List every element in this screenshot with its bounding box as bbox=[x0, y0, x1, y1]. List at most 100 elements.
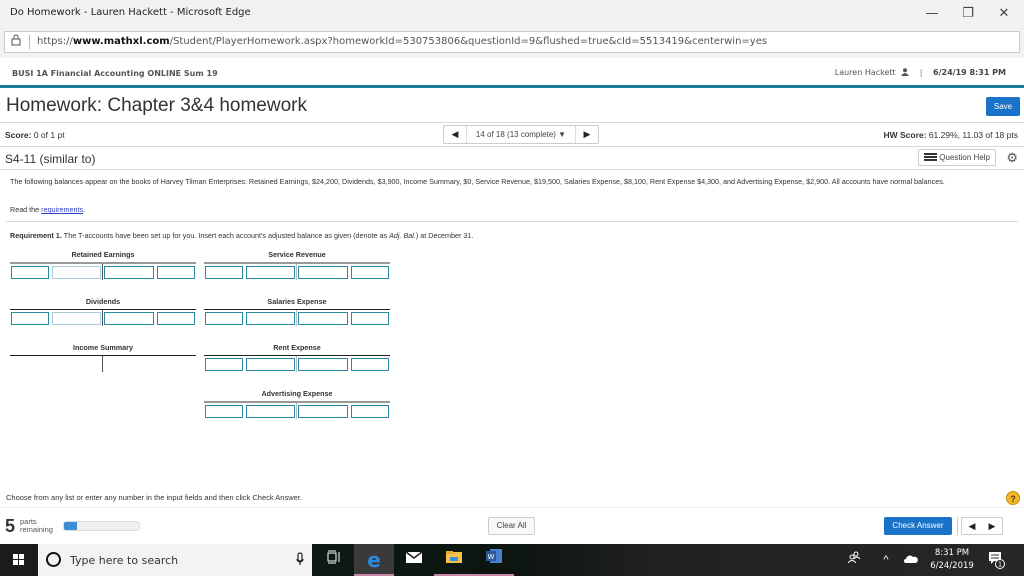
debit-amount-input[interactable] bbox=[52, 266, 101, 279]
window-title: Do Homework - Lauren Hackett - Microsoft… bbox=[10, 7, 251, 18]
requirements-link[interactable]: requirements bbox=[41, 205, 83, 214]
taccount-line bbox=[204, 355, 390, 356]
cortana-icon bbox=[46, 552, 61, 567]
show-hidden-icons-chevron[interactable]: ^ bbox=[878, 544, 894, 576]
header-datetime: 6/24/19 8:31 PM bbox=[933, 68, 1006, 77]
taccount-divider bbox=[102, 356, 103, 372]
mail-icon[interactable] bbox=[394, 544, 434, 576]
address-separator bbox=[29, 35, 30, 49]
close-button[interactable]: ✕ bbox=[984, 4, 1024, 24]
debit-amount-input[interactable] bbox=[52, 312, 101, 325]
window-titlebar: Do Homework - Lauren Hackett - Microsoft… bbox=[0, 0, 1024, 28]
taccount-divider bbox=[296, 310, 297, 326]
credit-label-input[interactable] bbox=[104, 266, 154, 279]
taccount-income-summary: Income Summary bbox=[10, 343, 196, 373]
taccount-divider bbox=[102, 310, 103, 326]
next-part-button[interactable]: ▶ bbox=[982, 518, 1002, 534]
page-title: Homework: Chapter 3&4 homework bbox=[6, 95, 307, 116]
user-icon bbox=[898, 68, 912, 77]
hw-score: HW Score: 61.29%, 11.03 of 18 pts bbox=[883, 130, 1018, 140]
credit-amount-input[interactable] bbox=[351, 405, 389, 418]
credit-amount-input[interactable] bbox=[351, 358, 389, 371]
taccount-divider bbox=[296, 403, 297, 419]
read-requirements: Read the requirements. bbox=[10, 205, 86, 214]
course-name: BUSI 1A Financial Accounting ONLINE Sum … bbox=[12, 69, 218, 78]
question-help-button[interactable]: Question Help bbox=[918, 149, 996, 166]
clear-all-button[interactable]: Clear All bbox=[488, 517, 535, 535]
taccount-title: Advertising Expense bbox=[261, 389, 333, 398]
list-icon bbox=[924, 153, 938, 161]
debit-label-input[interactable] bbox=[11, 312, 49, 325]
microphone-icon[interactable] bbox=[296, 552, 304, 566]
credit-label-input[interactable] bbox=[298, 312, 348, 325]
answer-bar: 5 parts remaining Clear All Check Answer … bbox=[0, 507, 1024, 544]
taccount-line bbox=[10, 355, 196, 356]
taccount-title: Retained Earnings bbox=[71, 250, 135, 259]
debit-label-input[interactable] bbox=[11, 266, 49, 279]
part-navigator: ◀ ▶ bbox=[957, 517, 1019, 535]
minimize-button[interactable]: — bbox=[912, 4, 952, 24]
parts-remaining-label: parts remaining bbox=[20, 517, 53, 534]
save-button[interactable]: Save bbox=[986, 97, 1020, 116]
taskbar-clock[interactable]: 8:31 PM 6/24/2019 bbox=[924, 547, 980, 573]
taccount-line bbox=[204, 401, 390, 403]
credit-label-input[interactable] bbox=[104, 312, 154, 325]
debit-label-input[interactable] bbox=[205, 405, 243, 418]
credit-amount-input[interactable] bbox=[157, 266, 195, 279]
url-text[interactable]: https://www.mathxl.com/Student/PlayerHom… bbox=[37, 36, 767, 47]
gear-icon[interactable]: ⚙ bbox=[1006, 150, 1018, 166]
debit-amount-input[interactable] bbox=[246, 358, 295, 371]
url-field[interactable]: https://www.mathxl.com/Student/PlayerHom… bbox=[4, 31, 1020, 53]
requirement-1-text: Requirement 1. The T-accounts have been … bbox=[10, 231, 474, 240]
credit-amount-input[interactable] bbox=[157, 312, 195, 325]
header-separator: | bbox=[919, 68, 923, 77]
credit-label-input[interactable] bbox=[298, 358, 348, 371]
taccount-service-revenue: Service Revenue bbox=[204, 250, 390, 281]
course-header: BUSI 1A Financial Accounting ONLINE Sum … bbox=[0, 58, 1024, 88]
user-name[interactable]: Lauren Hackett bbox=[835, 68, 896, 77]
onedrive-icon[interactable] bbox=[902, 544, 920, 576]
taskbar-search[interactable]: Type here to search bbox=[38, 544, 312, 576]
question-text: The following balances appear on the boo… bbox=[10, 177, 945, 186]
clock-date: 6/24/2019 bbox=[930, 561, 974, 571]
debit-amount-input[interactable] bbox=[246, 312, 295, 325]
help-question-icon[interactable]: ? bbox=[1006, 491, 1020, 505]
credit-label-input[interactable] bbox=[298, 405, 348, 418]
taccount-rent-expense: Rent Expense bbox=[204, 343, 390, 373]
credit-label-input[interactable] bbox=[298, 266, 348, 279]
prev-part-button[interactable]: ◀ bbox=[962, 518, 982, 534]
people-icon[interactable] bbox=[842, 544, 866, 576]
taccount-dividends: Dividends bbox=[10, 297, 196, 327]
file-explorer-icon[interactable] bbox=[434, 544, 474, 576]
taccount-retained-earnings: Retained Earnings bbox=[10, 250, 196, 281]
windows-icon bbox=[13, 554, 25, 566]
debit-label-input[interactable] bbox=[205, 358, 243, 371]
question-id: S4-11 (similar to) bbox=[5, 152, 96, 166]
action-center-icon[interactable]: 1 bbox=[988, 551, 1005, 569]
taccount-divider bbox=[296, 264, 297, 280]
credit-amount-input[interactable] bbox=[351, 266, 389, 279]
question-score: Score: 0 of 1 pt bbox=[5, 130, 65, 140]
parts-remaining-count: 5 bbox=[5, 516, 16, 536]
divider bbox=[6, 221, 1018, 222]
task-view-icon[interactable] bbox=[314, 544, 354, 576]
question-navigator: ◀ 14 of 18 (13 complete) ▼ ▶ bbox=[443, 125, 599, 144]
word-icon[interactable]: W bbox=[474, 544, 514, 576]
debit-amount-input[interactable] bbox=[246, 266, 295, 279]
address-bar: https://www.mathxl.com/Student/PlayerHom… bbox=[0, 28, 1024, 58]
clock-time: 8:31 PM bbox=[934, 548, 970, 558]
edge-icon[interactable]: e bbox=[354, 544, 394, 576]
debit-label-input[interactable] bbox=[205, 266, 243, 279]
score-row: Score: 0 of 1 pt ◀ 14 of 18 (13 complete… bbox=[0, 123, 1024, 147]
next-question-button[interactable]: ▶ bbox=[576, 126, 598, 143]
instruction-text: Choose from any list or enter any number… bbox=[6, 493, 302, 502]
debit-amount-input[interactable] bbox=[246, 405, 295, 418]
progress-fill bbox=[64, 522, 77, 530]
debit-label-input[interactable] bbox=[205, 312, 243, 325]
prev-question-button[interactable]: ◀ bbox=[444, 126, 466, 143]
check-answer-button[interactable]: Check Answer bbox=[884, 517, 952, 535]
credit-amount-input[interactable] bbox=[351, 312, 389, 325]
start-button[interactable] bbox=[0, 544, 38, 576]
question-selector[interactable]: 14 of 18 (13 complete) ▼ bbox=[466, 126, 576, 143]
restore-button[interactable]: ❐ bbox=[948, 4, 988, 24]
